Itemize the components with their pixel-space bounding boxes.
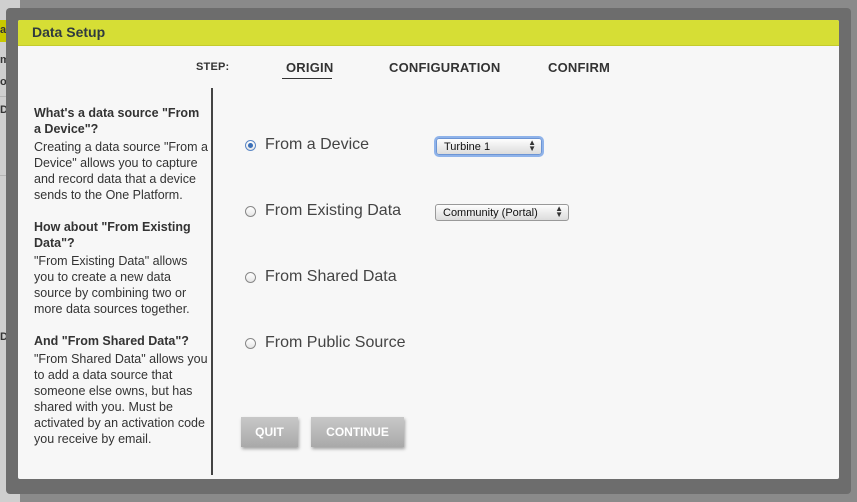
help-sidebar: What's a data source "From a Device"? Cr…	[34, 105, 209, 463]
option-label-device[interactable]: From a Device	[265, 136, 369, 154]
radio-from-existing-data[interactable]	[245, 206, 256, 217]
existing-data-select-value: Community (Portal)	[443, 207, 538, 219]
data-setup-dialog: Data Setup Step: Origin Configuration Co…	[18, 20, 839, 479]
continue-button[interactable]: Continue	[311, 417, 404, 447]
option-label-existing[interactable]: From Existing Data	[265, 202, 401, 220]
step-label: Step:	[196, 61, 230, 73]
help-heading-shared: And "From Shared Data"?	[34, 334, 189, 348]
help-body-device: Creating a data source "From a Device" a…	[34, 140, 208, 202]
select-arrows-icon: ▲ ▼	[555, 204, 563, 219]
option-label-shared[interactable]: From Shared Data	[265, 268, 397, 286]
existing-data-select[interactable]: Community (Portal) ▲ ▼	[435, 204, 569, 221]
option-label-public[interactable]: From Public Source	[265, 334, 406, 352]
device-select-value: Turbine 1	[444, 141, 491, 153]
active-step-underline	[282, 78, 332, 79]
step-configuration: Configuration	[389, 60, 501, 75]
sidebar-divider	[211, 88, 213, 475]
radio-from-device[interactable]	[245, 140, 256, 151]
step-origin: Origin	[286, 60, 334, 75]
step-indicator: Step: Origin Configuration Confirm	[18, 60, 839, 90]
dialog-titlebar: Data Setup	[18, 20, 839, 46]
quit-button[interactable]: Quit	[241, 417, 298, 447]
step-confirm: Confirm	[548, 60, 611, 75]
help-body-existing: "From Existing Data" allows you to creat…	[34, 254, 190, 316]
help-heading-device: What's a data source "From a Device"?	[34, 106, 200, 136]
select-arrows-icon: ▲ ▼	[528, 138, 536, 153]
dialog-title: Data Setup	[32, 24, 106, 40]
device-select[interactable]: Turbine 1 ▲ ▼	[436, 138, 542, 155]
help-heading-existing: How about "From Existing Data"?	[34, 220, 191, 250]
radio-from-shared-data[interactable]	[245, 272, 256, 283]
help-body-shared: "From Shared Data" allows you to add a d…	[34, 352, 208, 446]
radio-from-public-source[interactable]	[245, 338, 256, 349]
